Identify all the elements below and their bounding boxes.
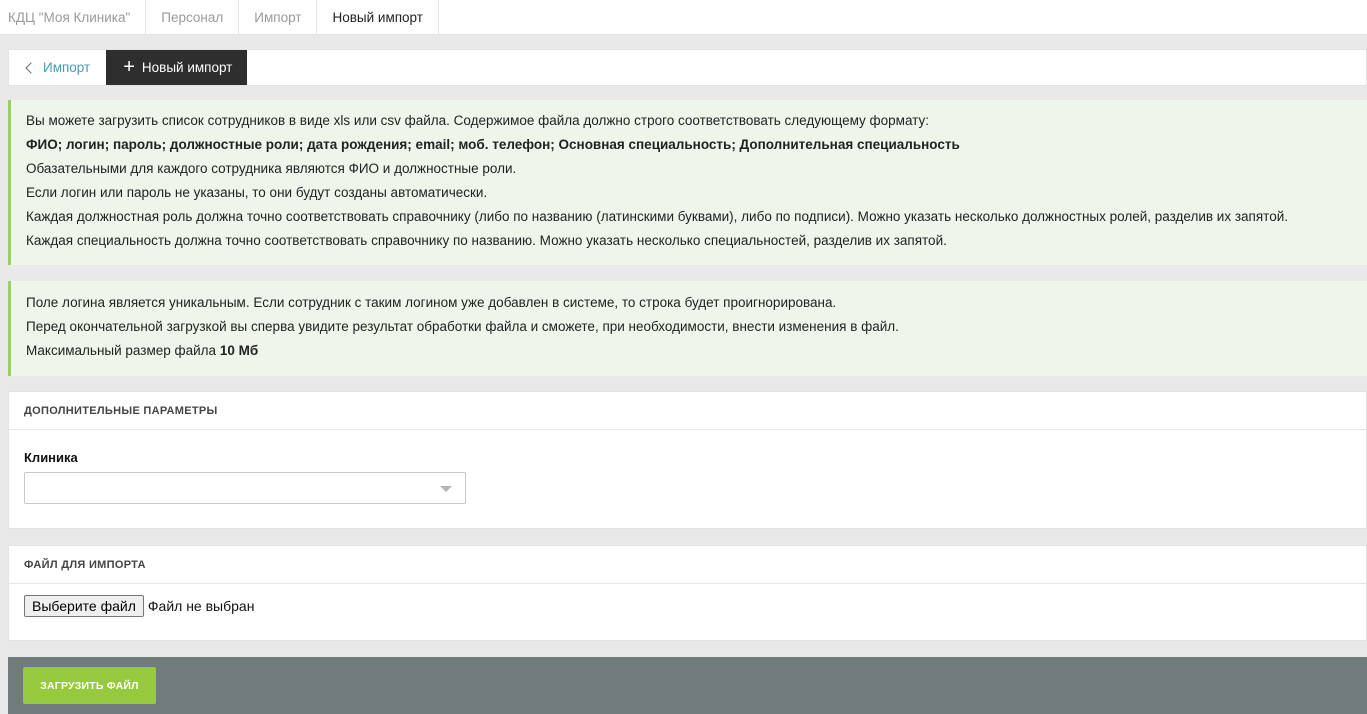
rules-info-box: Поле логина является уникальным. Если со… — [8, 281, 1367, 376]
back-to-import-button[interactable]: Импорт — [9, 50, 106, 85]
breadcrumb-clinic[interactable]: КДЦ "Моя Клиника" — [0, 0, 147, 34]
breadcrumb: КДЦ "Моя Клиника" Персонал Импорт Новый … — [0, 0, 1367, 35]
breadcrumb-staff[interactable]: Персонал — [146, 0, 240, 34]
file-status: Файл не выбран — [147, 598, 255, 614]
info-text: Каждая специальность должна точно соотве… — [26, 233, 947, 248]
footer-bar: ЗАГРУЗИТЬ ФАЙЛ — [8, 657, 1367, 714]
info-text: Перед окончательной загрузкой вы сперва … — [26, 319, 899, 334]
additional-params-panel: ДОПОЛНИТЕЛЬНЫЕ ПАРАМЕТРЫ Клиника — [8, 391, 1367, 529]
breadcrumb-import[interactable]: Импорт — [239, 0, 318, 34]
chevron-down-icon — [440, 486, 452, 492]
info-text: Каждая должностная роль должна точно соо… — [26, 209, 1288, 224]
tab-new-import-label: Новый импорт — [141, 60, 233, 75]
chevron-left-icon — [25, 61, 37, 74]
info-text: Если логин или пароль не указаны, то они… — [26, 185, 488, 200]
back-label: Импорт — [43, 60, 91, 75]
panel-title: ДОПОЛНИТЕЛЬНЫЕ ПАРАМЕТРЫ — [9, 392, 1366, 430]
clinic-select[interactable] — [24, 472, 466, 504]
choose-file-button[interactable]: Выберите файл — [24, 595, 144, 617]
plus-icon: + — [123, 55, 135, 78]
upload-file-button[interactable]: ЗАГРУЗИТЬ ФАЙЛ — [23, 667, 156, 704]
max-size-text: Максимальный размер файла 10 Мб — [26, 339, 1367, 363]
info-text: Вы можете загрузить список сотрудников в… — [26, 113, 929, 128]
info-text: Обазательными для каждого сотрудника явл… — [26, 161, 517, 176]
format-info-box: Вы можете загрузить список сотрудников в… — [8, 100, 1367, 265]
import-file-panel: ФАЙЛ ДЛЯ ИМПОРТА Выберите файл Файл не в… — [8, 545, 1367, 641]
tab-new-import[interactable]: + Новый импорт — [106, 50, 248, 85]
tab-bar: Импорт + Новый импорт — [8, 49, 1367, 86]
max-size-prefix: Максимальный размер файла — [26, 343, 220, 358]
max-size-value: 10 Мб — [219, 343, 259, 358]
file-input: Выберите файл Файл не выбран — [24, 595, 254, 617]
info-text: Поле логина является уникальным. Если со… — [26, 295, 837, 310]
panel-title: ФАЙЛ ДЛЯ ИМПОРТА — [9, 546, 1366, 584]
format-spec: ФИО; логин; пароль; должностные роли; да… — [26, 137, 960, 152]
breadcrumb-new-import: Новый импорт — [317, 0, 439, 34]
clinic-label: Клиника — [24, 450, 78, 465]
